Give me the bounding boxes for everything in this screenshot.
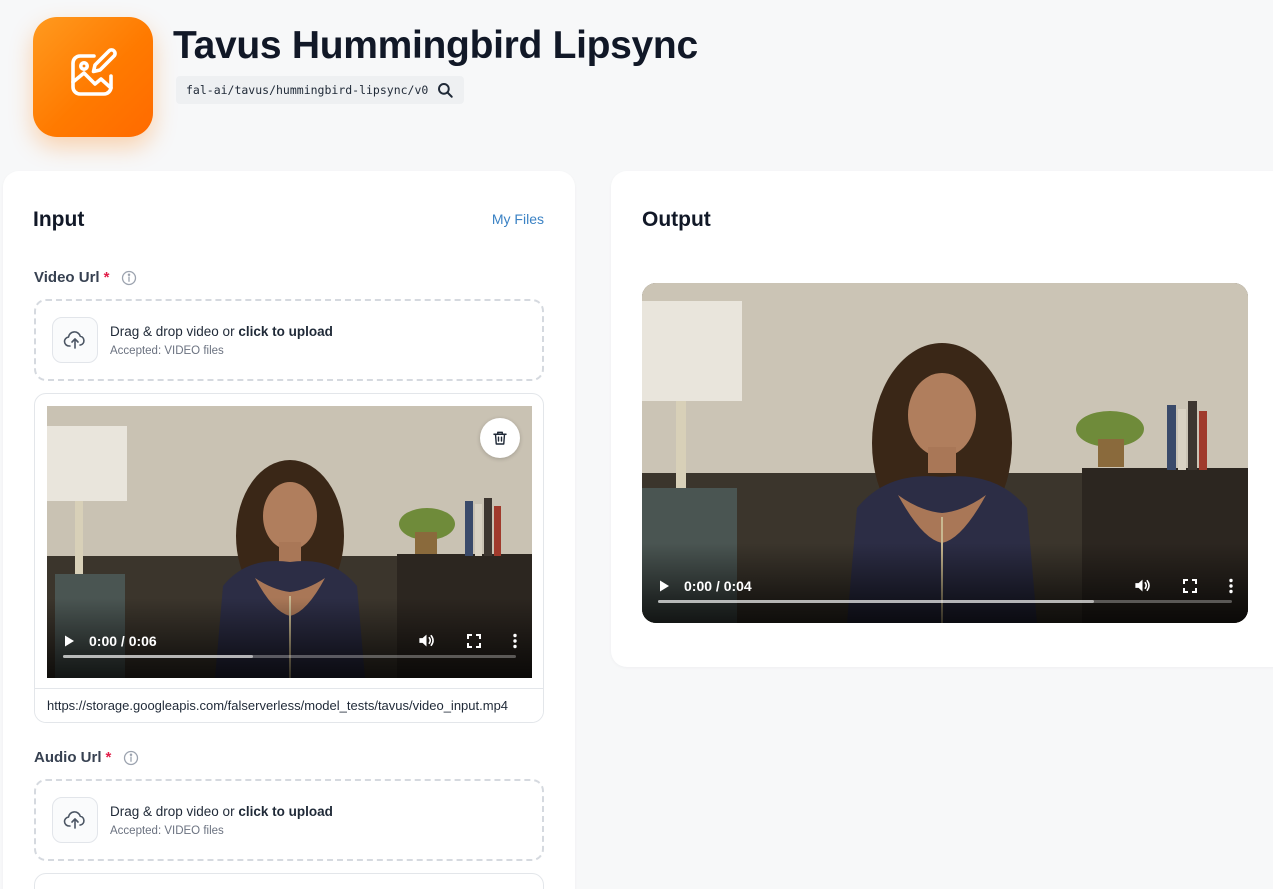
required-mark: * [105, 749, 112, 766]
more-options-icon[interactable] [512, 633, 518, 649]
more-options-icon[interactable] [1228, 578, 1234, 594]
dropzone-text: Drag & drop video or click to upload [110, 323, 333, 339]
click-to-upload[interactable]: click to upload [238, 324, 333, 339]
required-mark: * [103, 269, 110, 286]
volume-icon[interactable] [1133, 576, 1152, 595]
video-controls: 0:00 / 0:04 [642, 543, 1248, 623]
dropzone-accepted-text: Accepted: VIDEO files [110, 344, 224, 357]
output-panel: Output 0:00 / 0:04 [611, 171, 1273, 667]
input-panel: Input My Files Video Url * Drag & drop v… [3, 171, 575, 889]
video-progress-fill [63, 655, 254, 658]
dropzone-text: Drag & drop video or click to upload [110, 803, 333, 819]
click-to-upload[interactable]: click to upload [238, 804, 333, 819]
video-url-input[interactable]: https://storage.googleapis.com/falserver… [35, 688, 543, 722]
audio-preview-card [34, 873, 544, 889]
video-controls: 0:00 / 0:06 [47, 598, 532, 678]
model-id-text: fal-ai/tavus/hummingbird-lipsync/v0 [186, 83, 429, 97]
video-time: 0:00 / 0:04 [684, 577, 752, 594]
edit-image-icon [64, 46, 122, 109]
play-icon[interactable] [656, 578, 672, 594]
video-url-label: Video Url * [34, 269, 137, 286]
model-id-chip: fal-ai/tavus/hummingbird-lipsync/v0 [176, 76, 465, 104]
dropzone-accepted-text: Accepted: VIDEO files [110, 824, 224, 837]
input-video-player[interactable]: 0:00 / 0:06 [47, 406, 532, 678]
video-time: 0:00 / 0:06 [89, 632, 157, 649]
volume-icon[interactable] [417, 631, 436, 650]
audio-url-label: Audio Url * [34, 749, 139, 766]
video-url-dropzone[interactable]: Drag & drop video or click to upload Acc… [34, 299, 544, 381]
info-icon[interactable] [123, 750, 139, 766]
video-progress-bar[interactable] [658, 600, 1232, 603]
input-title: Input [33, 208, 85, 231]
video-preview-card: 0:00 / 0:06 https://storage.googleapis.c… [34, 393, 544, 723]
output-title: Output [642, 208, 711, 231]
fullscreen-icon[interactable] [1182, 578, 1198, 594]
page-title: Tavus Hummingbird Lipsync [173, 24, 698, 67]
fullscreen-icon[interactable] [466, 633, 482, 649]
trash-icon [491, 429, 509, 447]
info-icon[interactable] [121, 270, 137, 286]
output-video-player[interactable]: 0:00 / 0:04 [642, 283, 1248, 623]
audio-url-label-text: Audio Url [34, 749, 102, 766]
app-logo [33, 17, 153, 137]
search-icon[interactable] [436, 81, 454, 99]
my-files-link[interactable]: My Files [492, 211, 544, 227]
upload-icon [52, 797, 98, 843]
page: Tavus Hummingbird Lipsync fal-ai/tavus/h… [0, 0, 1273, 889]
upload-icon [52, 317, 98, 363]
video-url-label-text: Video Url [34, 269, 100, 286]
video-progress-bar[interactable] [63, 655, 516, 658]
video-progress-fill [658, 600, 1095, 603]
play-icon[interactable] [61, 633, 77, 649]
audio-url-dropzone[interactable]: Drag & drop video or click to upload Acc… [34, 779, 544, 861]
delete-button[interactable] [480, 418, 520, 458]
